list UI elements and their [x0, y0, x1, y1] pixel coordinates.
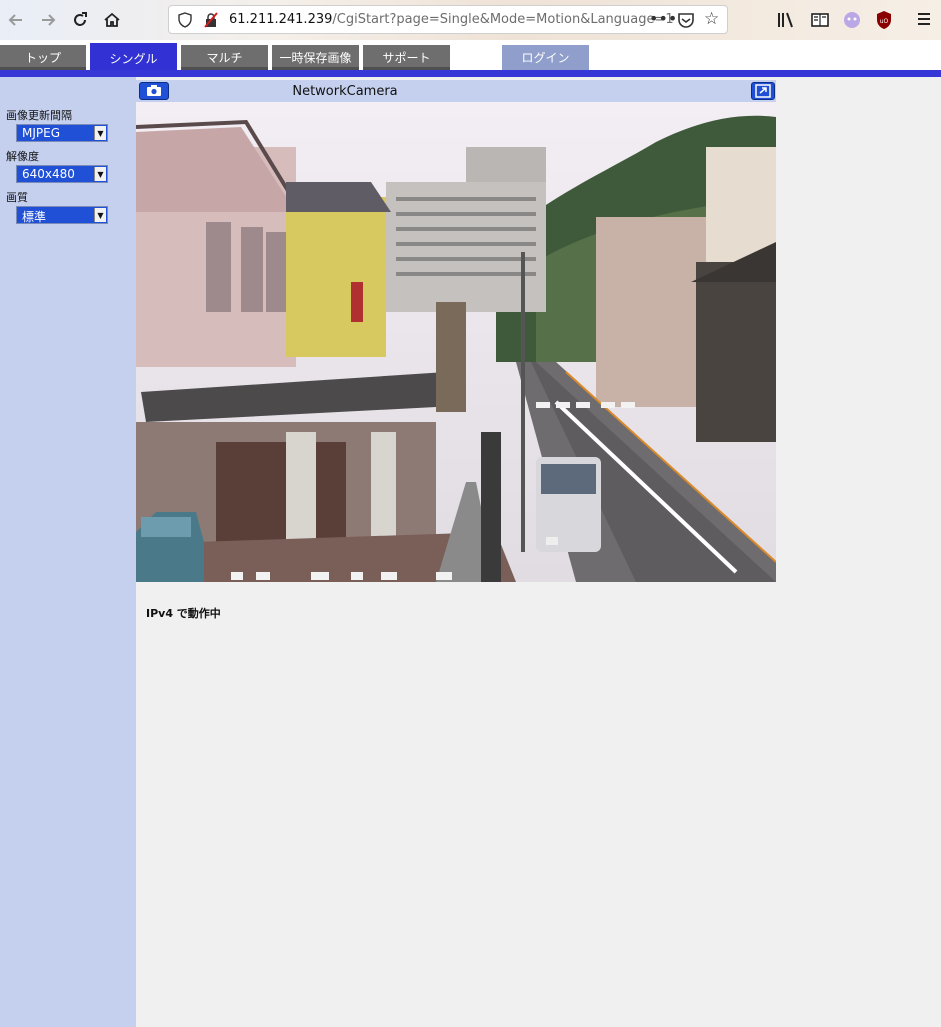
pocket-icon[interactable] [677, 11, 695, 29]
refresh-interval-select[interactable]: MJPEG ▼ [16, 124, 108, 142]
settings-sidebar: 画像更新間隔 MJPEG ▼ 解像度 640x480 ▼ 画質 標準 ▼ [0, 77, 136, 1027]
resolution-select[interactable]: 640x480 ▼ [16, 165, 108, 183]
tab-multi[interactable]: マルチ [181, 45, 268, 70]
svg-text:uO: uO [880, 18, 889, 25]
tab-top[interactable]: トップ [0, 45, 86, 70]
camera-feed-image [136, 102, 776, 582]
ublock-icon[interactable]: uO [874, 10, 894, 30]
resolution-value: 640x480 [22, 167, 75, 181]
url-host: 61.211.241.239 [229, 12, 333, 27]
quality-label: 画質 [6, 191, 28, 204]
fullscreen-button[interactable] [751, 82, 775, 100]
home-icon[interactable] [100, 8, 124, 32]
tracking-shield-icon[interactable] [177, 12, 193, 28]
forward-arrow-icon[interactable] [36, 8, 60, 32]
url-path: /CgiStart?page=Single&Mode=Motion&Langua… [332, 12, 674, 27]
chevron-down-icon[interactable]: ▼ [94, 208, 106, 222]
chevron-down-icon[interactable]: ▼ [94, 126, 106, 140]
extension-avatar-icon[interactable] [842, 10, 862, 30]
login-button[interactable]: ログイン [502, 45, 589, 70]
resolution-label: 解像度 [6, 150, 39, 163]
ip-status-text: IPv4 で動作中 [146, 607, 221, 620]
reader-view-icon[interactable] [810, 10, 830, 30]
reload-icon[interactable] [68, 8, 92, 32]
main-content: NetworkCamera IPv4 で動作中 [136, 77, 941, 1027]
top-navigation: トップ シングル マルチ 一時保存画像 サポート ログイン [0, 40, 941, 73]
url-text: 61.211.241.239/CgiStart?page=Single&Mode… [229, 12, 674, 27]
quality-value: 標準 [22, 210, 47, 224]
page-actions-menu[interactable]: ••• [649, 9, 677, 28]
camera-title: NetworkCamera [292, 84, 398, 99]
camera-header: NetworkCamera [136, 80, 776, 102]
library-icon[interactable] [776, 10, 796, 30]
tab-single[interactable]: シングル [90, 43, 177, 73]
bookmark-star-icon[interactable]: ☆ [704, 9, 719, 29]
refresh-interval-value: MJPEG [22, 126, 61, 140]
quality-select[interactable]: 標準 ▼ [16, 206, 108, 224]
refresh-interval-label: 画像更新間隔 [6, 109, 72, 122]
browser-toolbar: 61.211.241.239/CgiStart?page=Single&Mode… [0, 0, 941, 41]
hamburger-menu-icon[interactable] [915, 10, 935, 30]
tab-support[interactable]: サポート [363, 45, 450, 70]
nav-divider [0, 70, 941, 77]
address-bar[interactable]: 61.211.241.239/CgiStart?page=Single&Mode… [168, 5, 728, 34]
insecure-lock-icon[interactable] [203, 12, 219, 28]
tab-saved-images[interactable]: 一時保存画像 [272, 45, 359, 70]
back-arrow-icon[interactable] [4, 8, 28, 32]
fullscreen-icon [755, 84, 771, 98]
chevron-down-icon[interactable]: ▼ [94, 167, 106, 181]
